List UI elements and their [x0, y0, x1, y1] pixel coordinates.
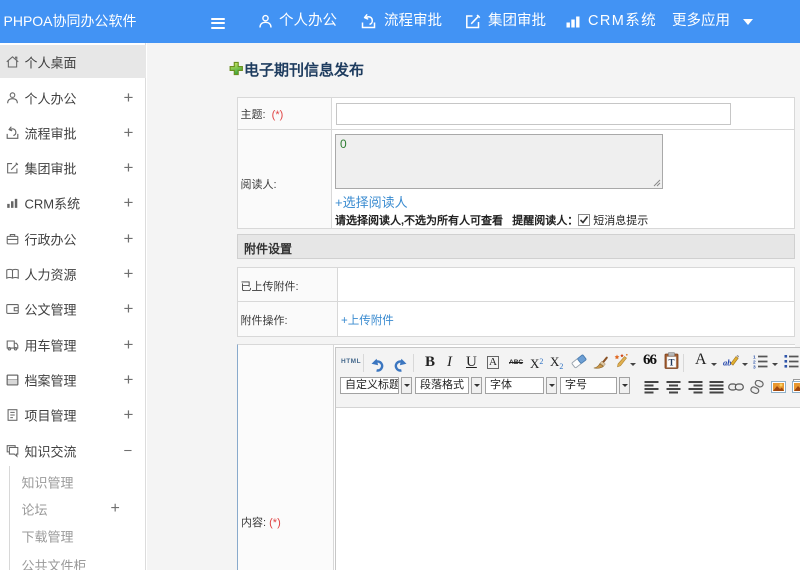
svg-text:ab: ab: [723, 358, 732, 368]
svg-text:3: 3: [753, 365, 756, 369]
svg-text:T: T: [668, 358, 674, 368]
